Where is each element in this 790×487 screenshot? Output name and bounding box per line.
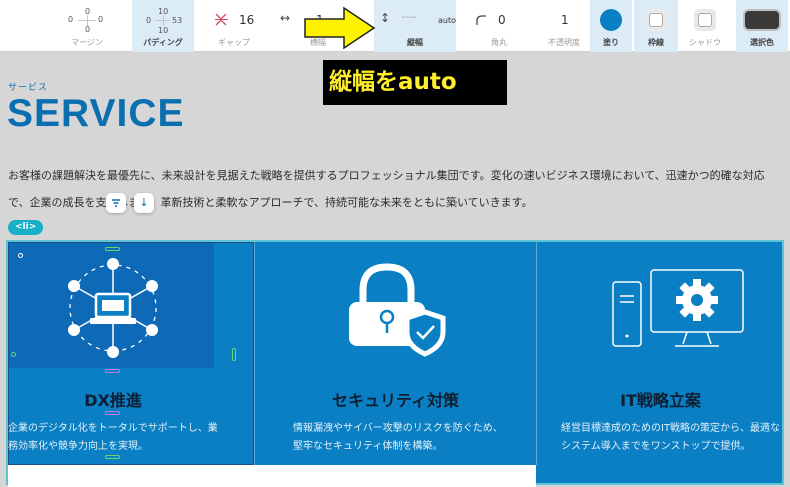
radius-control[interactable]: 0 角丸 (468, 0, 530, 52)
padding-right-value[interactable]: 53 (172, 16, 182, 25)
arrow-down-icon: ↓ (139, 196, 149, 209)
anchor-point-icon (11, 352, 16, 357)
resize-handle-right[interactable] (232, 348, 236, 361)
height-value[interactable]: ---- (402, 12, 416, 23)
radius-value[interactable]: 0 (498, 13, 506, 27)
radius-caption: 角丸 (491, 38, 507, 47)
card-body: 情報漏洩やサイバー攻撃のリスクを防ぐため、堅牢なセキュリティ体制を構築。 (293, 423, 503, 452)
margin-bottom-value[interactable]: 0 (85, 25, 90, 34)
width-arrow-icon: ↔ (280, 11, 291, 25)
margin-caption: マージン (71, 38, 103, 47)
fill-color-swatch[interactable] (600, 9, 622, 31)
card-body: 経営目標達成のためのIT戦略の策定から、最適なシステム導入までをワンストップで提… (561, 423, 781, 452)
align-icon (112, 199, 120, 207)
card-title: IT戦略立案 (620, 391, 701, 410)
gap-icon (215, 13, 228, 26)
border-caption: 枠線 (648, 38, 664, 47)
align-menu-button[interactable] (106, 193, 126, 213)
corner-radius-icon (476, 15, 486, 25)
padding-caption: パディング (143, 38, 183, 47)
margin-control[interactable]: 0 0 0 0 マージン (52, 0, 122, 52)
selected-color-control[interactable]: 選択色 (736, 0, 788, 52)
annotation-arrow-icon (304, 6, 376, 50)
border-control[interactable]: 枠線 (634, 0, 678, 52)
gap-caption: ギャップ (218, 38, 250, 47)
element-tag-text: <li> (15, 222, 37, 232)
editor-screen: { "toolbar": { "margin": { "label": "マージ… (0, 0, 790, 487)
opacity-control[interactable]: 1 不透明度 (538, 0, 590, 52)
margin-right-value[interactable]: 0 (98, 15, 103, 24)
margin-left-value[interactable]: 0 (68, 15, 73, 24)
resize-handle-lower[interactable] (105, 411, 120, 415)
element-tag-badge[interactable]: <li> (8, 220, 44, 235)
annotation-callout: 縦幅をauto (323, 60, 507, 105)
padding-bottom-value[interactable]: 10 (158, 26, 168, 35)
service-card[interactable]: DX推進 企業のデジタル化をトータルでサポートし、業務効率化や競争力向上を実現。 (8, 242, 254, 485)
style-toolbar: 0 0 0 0 マージン 10 0 53 10 パディング 16 ギャップ ↔ … (0, 0, 790, 52)
selected-color-swatch[interactable] (743, 9, 781, 31)
card-body: 企業のデジタル化をトータルでサポートし、業務効率化や競争力向上を実現。 (8, 423, 218, 452)
border-toggle-icon[interactable] (645, 9, 667, 31)
anchor-point-icon (18, 253, 23, 258)
network-laptop-icon (68, 258, 158, 358)
gap-control[interactable]: 16 ギャップ (203, 0, 265, 52)
computer-gear-icon (612, 269, 744, 347)
height-control[interactable]: ↕ ---- auto 縦幅 (374, 0, 456, 52)
move-down-button[interactable]: ↓ (134, 193, 154, 213)
gap-value[interactable]: 16 (239, 13, 254, 27)
padding-control[interactable]: 10 0 53 10 パディング (132, 0, 194, 52)
height-unit[interactable]: auto (438, 16, 456, 25)
opacity-value[interactable]: 1 (561, 13, 569, 27)
shadow-control[interactable]: シャドウ (682, 0, 728, 52)
card-title: DX推進 (84, 391, 142, 410)
selected-color-caption: 選択色 (750, 38, 774, 47)
fill-caption: 塗り (603, 38, 619, 47)
height-arrow-icon: ↕ (380, 11, 391, 25)
service-card[interactable]: IT戦略立案 経営目標達成のためのIT戦略の策定から、最適なシステム導入までをワ… (537, 242, 784, 485)
service-card-list[interactable]: DX推進 企業のデジタル化をトータルでサポートし、業務効率化や競争力向上を実現。… (6, 240, 784, 487)
padding-left-value[interactable]: 0 (146, 16, 151, 25)
fill-control[interactable]: 塗り (590, 0, 632, 52)
opacity-caption: 不透明度 (548, 38, 580, 47)
resize-handle-top[interactable] (105, 247, 120, 251)
service-card[interactable]: セキュリティ対策 情報漏洩やサイバー攻撃のリスクを防ぐため、堅牢なセキュリティ体… (255, 242, 536, 485)
shadow-caption: シャドウ (689, 38, 721, 47)
card-title: セキュリティ対策 (331, 391, 460, 410)
padlock-shield-icon (349, 263, 446, 357)
resize-handle-middle[interactable] (105, 369, 120, 373)
height-caption: 縦幅 (407, 38, 423, 47)
shadow-toggle-icon[interactable] (694, 9, 716, 31)
page-title: SERVICE (7, 92, 185, 135)
